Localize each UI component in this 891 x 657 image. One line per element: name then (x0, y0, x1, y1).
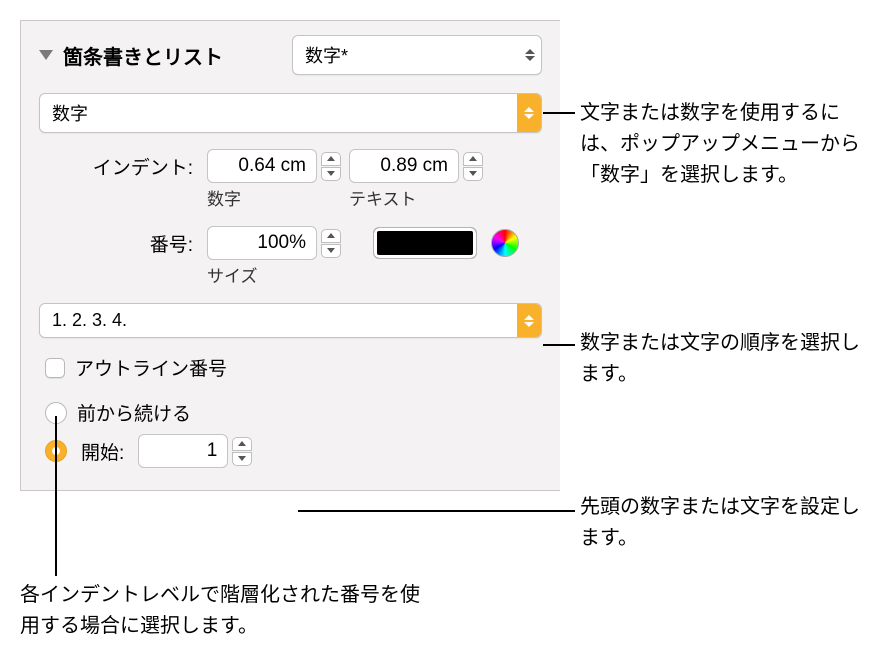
list-style-value: 数字* (293, 36, 519, 74)
indent-row: インデント: (39, 149, 542, 183)
outline-checkbox-label: アウトライン番号 (75, 354, 227, 381)
indent-sublabels: 数字 テキスト (207, 185, 542, 210)
color-well[interactable] (373, 227, 477, 259)
step-down-button[interactable] (321, 244, 341, 258)
sub-text-label: テキスト (349, 185, 417, 210)
section-header: 箇条書きとリスト 数字* (39, 35, 542, 75)
step-down-button[interactable] (463, 167, 483, 181)
continue-radio-label: 前から続ける (77, 399, 191, 426)
color-wheel-icon[interactable] (491, 229, 519, 257)
callout-outline-checkbox: 各インデントレベルで階層化された番号を使用する場合に選択します。 (20, 580, 430, 642)
size-stepper[interactable] (321, 229, 341, 258)
section-title: 箇条書きとリスト (63, 41, 282, 70)
size-sublabel-row: サイズ (207, 262, 542, 287)
indent-label: インデント: (39, 153, 199, 180)
text-indent-input[interactable] (349, 149, 459, 183)
numbering-radio-group: 前から続ける 開始: (39, 399, 542, 468)
text-indent-stepper[interactable] (463, 152, 483, 181)
outline-checkbox-row: アウトライン番号 (45, 354, 542, 381)
callout-sequence-popup: 数字または文字の順序を選択します。 (580, 328, 870, 390)
number-indent-control (207, 149, 341, 183)
start-radio-label: 開始: (81, 438, 124, 465)
size-input[interactable] (207, 226, 317, 260)
list-style-popup[interactable]: 数字* (292, 35, 542, 75)
outline-checkbox[interactable] (45, 358, 65, 378)
start-radio-row: 開始: (45, 434, 542, 468)
leader-line (543, 344, 575, 346)
sequence-value: 1. 2. 3. 4. (40, 304, 517, 337)
start-value-input[interactable] (138, 434, 228, 468)
bullet-type-popup[interactable]: 数字 (39, 93, 542, 133)
number-indent-stepper[interactable] (321, 152, 341, 181)
bullet-type-value: 数字 (40, 94, 517, 132)
leader-line (55, 416, 57, 576)
size-sublabel: サイズ (207, 262, 258, 287)
format-panel: 箇条書きとリスト 数字* 数字 インデント: (20, 20, 560, 491)
sequence-popup[interactable]: 1. 2. 3. 4. (39, 303, 542, 338)
start-value-stepper[interactable] (232, 437, 252, 466)
disclosure-triangle-icon[interactable] (39, 50, 53, 60)
continue-radio-row: 前から続ける (45, 399, 542, 426)
start-value-control (138, 434, 252, 468)
step-down-button[interactable] (321, 167, 341, 181)
leader-line (298, 510, 575, 512)
step-up-button[interactable] (321, 229, 341, 243)
updown-arrows-icon (517, 94, 541, 132)
updown-arrows-icon (517, 304, 541, 337)
step-up-button[interactable] (321, 152, 341, 166)
text-indent-control (349, 149, 483, 183)
size-control (207, 226, 341, 260)
leader-line (543, 112, 575, 114)
sub-number-label: 数字 (207, 185, 349, 210)
number-row: 番号: (39, 226, 542, 260)
step-up-button[interactable] (463, 152, 483, 166)
step-down-button[interactable] (232, 452, 252, 466)
number-indent-input[interactable] (207, 149, 317, 183)
callout-type-popup: 文字または数字を使用するには、ポップアップメニューから「数字」を選択します。 (580, 98, 870, 191)
updown-arrows-icon (519, 45, 541, 65)
step-up-button[interactable] (232, 437, 252, 451)
callout-start-value: 先頭の数字または文字を設定します。 (580, 492, 870, 554)
number-label: 番号: (39, 230, 199, 257)
